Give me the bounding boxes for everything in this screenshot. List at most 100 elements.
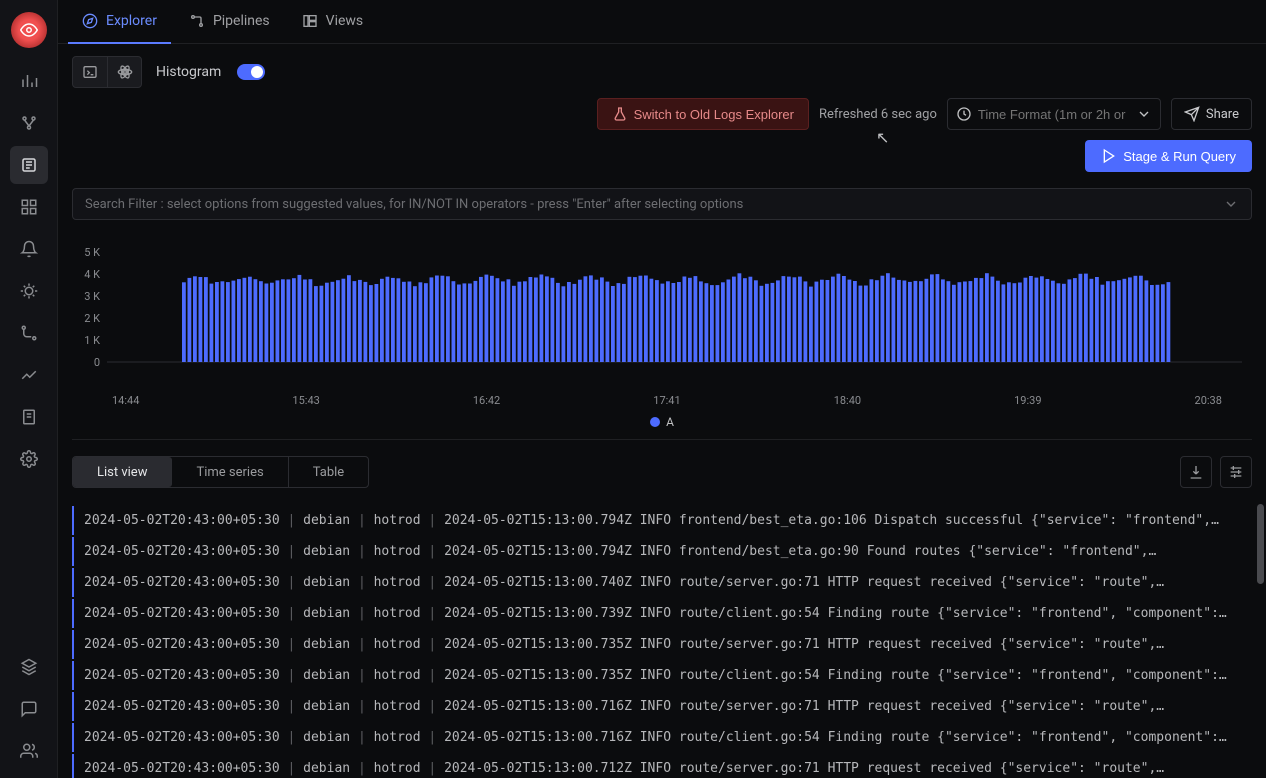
play-icon bbox=[1101, 148, 1117, 164]
log-sep: | bbox=[358, 513, 366, 528]
sidebar-nav bbox=[0, 62, 57, 648]
search-filter-input[interactable]: Search Filter : select options from sugg… bbox=[72, 188, 1252, 220]
line-chart-icon bbox=[20, 366, 38, 384]
run-label: Stage & Run Query bbox=[1123, 149, 1236, 164]
sidebar-item-layers[interactable] bbox=[10, 648, 48, 686]
share-label: Share bbox=[1206, 107, 1239, 122]
sidebar-item-traces[interactable] bbox=[10, 104, 48, 142]
view-tab-label: Table bbox=[313, 465, 344, 480]
log-sep: | bbox=[358, 544, 366, 559]
refreshed-text: Refreshed 6 sec ago bbox=[819, 107, 937, 122]
sidebar-item-usage[interactable] bbox=[10, 356, 48, 394]
tab-views[interactable]: Views bbox=[288, 0, 378, 44]
gear-icon bbox=[20, 450, 38, 468]
log-svc: hotrod bbox=[374, 668, 421, 683]
top-tabs: Explorer Pipelines Views bbox=[58, 0, 1266, 44]
chat-icon bbox=[20, 700, 38, 718]
sidebar-item-chat[interactable] bbox=[10, 690, 48, 728]
log-sep: | bbox=[358, 761, 366, 776]
log-row[interactable]: 2024-05-02T20:43:00+05:30 | debian | hot… bbox=[72, 630, 1252, 659]
run-query-button[interactable]: Stage & Run Query bbox=[1085, 140, 1252, 172]
log-row[interactable]: 2024-05-02T20:43:00+05:30 | debian | hot… bbox=[72, 537, 1252, 566]
log-msg: 2024-05-02T15:13:00.712Z INFO route/serv… bbox=[444, 761, 1164, 776]
tab-pipelines[interactable]: Pipelines bbox=[175, 0, 284, 44]
app-logo[interactable] bbox=[11, 12, 47, 48]
log-sep: | bbox=[358, 699, 366, 714]
download-button[interactable] bbox=[1180, 456, 1212, 488]
log-row[interactable]: 2024-05-02T20:43:00+05:30 | debian | hot… bbox=[72, 661, 1252, 690]
share-button[interactable]: Share bbox=[1171, 98, 1252, 130]
log-msg: 2024-05-02T15:13:00.735Z INFO route/serv… bbox=[444, 637, 1164, 652]
sidebar-item-services[interactable] bbox=[10, 314, 48, 352]
columns-button[interactable] bbox=[1220, 456, 1252, 488]
log-row[interactable]: 2024-05-02T20:43:00+05:30 | debian | hot… bbox=[72, 754, 1252, 778]
log-sep: | bbox=[428, 699, 436, 714]
log-sep: | bbox=[358, 606, 366, 621]
logs-icon bbox=[20, 156, 38, 174]
tab-explorer[interactable]: Explorer bbox=[68, 0, 171, 44]
view-tab-list[interactable]: List view bbox=[73, 457, 172, 487]
bar-group bbox=[182, 273, 1170, 362]
atom-icon bbox=[117, 64, 133, 80]
log-list[interactable]: 2024-05-02T20:43:00+05:30 | debian | hot… bbox=[58, 500, 1266, 778]
log-sep: | bbox=[288, 606, 296, 621]
log-row[interactable]: 2024-05-02T20:43:00+05:30 | debian | hot… bbox=[72, 599, 1252, 628]
log-svc: hotrod bbox=[374, 513, 421, 528]
view-tab-time-series[interactable]: Time series bbox=[172, 457, 288, 487]
x-axis-labels: 14:44 15:43 16:42 17:41 18:40 19:39 20:3… bbox=[72, 392, 1252, 407]
scrollbar-thumb[interactable] bbox=[1257, 504, 1264, 584]
sidebar-item-team[interactable] bbox=[10, 732, 48, 770]
log-row[interactable]: 2024-05-02T20:43:00+05:30 | debian | hot… bbox=[72, 568, 1252, 597]
log-ts: 2024-05-02T20:43:00+05:30 bbox=[84, 668, 280, 683]
log-ts: 2024-05-02T20:43:00+05:30 bbox=[84, 575, 280, 590]
log-row[interactable]: 2024-05-02T20:43:00+05:30 | debian | hot… bbox=[72, 723, 1252, 752]
sidebar-item-billing[interactable] bbox=[10, 398, 48, 436]
sidebar-item-exceptions[interactable] bbox=[10, 272, 48, 310]
switch-label: Switch to Old Logs Explorer bbox=[634, 107, 794, 122]
log-host: debian bbox=[303, 668, 350, 683]
x-tick: 20:38 bbox=[1195, 394, 1222, 407]
log-host: debian bbox=[303, 699, 350, 714]
switch-old-explorer-button[interactable]: Switch to Old Logs Explorer bbox=[597, 98, 809, 130]
log-svc: hotrod bbox=[374, 730, 421, 745]
log-ts: 2024-05-02T20:43:00+05:30 bbox=[84, 513, 280, 528]
x-tick: 18:40 bbox=[834, 394, 861, 407]
receipt-icon bbox=[20, 408, 38, 426]
share-nodes-icon bbox=[20, 114, 38, 132]
view-tab-table[interactable]: Table bbox=[289, 457, 368, 487]
query-builder-button[interactable] bbox=[73, 57, 107, 87]
log-svc: hotrod bbox=[374, 575, 421, 590]
raw-query-button[interactable] bbox=[107, 57, 141, 87]
time-range-picker[interactable] bbox=[947, 98, 1161, 130]
log-sep: | bbox=[428, 637, 436, 652]
log-row[interactable]: 2024-05-02T20:43:00+05:30 | debian | hot… bbox=[72, 692, 1252, 721]
log-host: debian bbox=[303, 761, 350, 776]
chart-canvas[interactable]: 5 K 4 K 3 K 2 K 1 K 0 bbox=[72, 242, 1252, 392]
toolbar-row3: Stage & Run Query bbox=[58, 140, 1266, 184]
sidebar bbox=[0, 0, 58, 778]
log-msg: 2024-05-02T15:13:00.739Z INFO route/clie… bbox=[444, 606, 1227, 621]
send-icon bbox=[1184, 106, 1200, 122]
log-row[interactable]: 2024-05-02T20:43:00+05:30 | debian | hot… bbox=[72, 506, 1252, 535]
sidebar-item-alerts[interactable] bbox=[10, 230, 48, 268]
log-sep: | bbox=[288, 637, 296, 652]
time-format-input[interactable] bbox=[978, 107, 1130, 122]
chart-legend: A bbox=[72, 407, 1252, 433]
legend-dot bbox=[650, 417, 660, 427]
sidebar-item-dashboards[interactable] bbox=[10, 188, 48, 226]
log-sep: | bbox=[428, 668, 436, 683]
histogram-toggle[interactable] bbox=[237, 64, 265, 80]
sidebar-item-logs[interactable] bbox=[10, 146, 48, 184]
query-mode-group bbox=[72, 56, 142, 88]
log-msg: 2024-05-02T15:13:00.794Z INFO frontend/b… bbox=[444, 544, 1156, 559]
x-tick: 15:43 bbox=[292, 394, 319, 407]
y-tick: 4 K bbox=[84, 268, 100, 281]
sidebar-item-metrics[interactable] bbox=[10, 62, 48, 100]
main: Explorer Pipelines Views Histogram Switc… bbox=[58, 0, 1266, 778]
histogram-label: Histogram bbox=[156, 64, 221, 80]
log-msg: 2024-05-02T15:13:00.740Z INFO route/serv… bbox=[444, 575, 1164, 590]
log-sep: | bbox=[288, 544, 296, 559]
y-tick: 2 K bbox=[84, 312, 100, 325]
sidebar-item-settings[interactable] bbox=[10, 440, 48, 478]
log-sep: | bbox=[288, 668, 296, 683]
